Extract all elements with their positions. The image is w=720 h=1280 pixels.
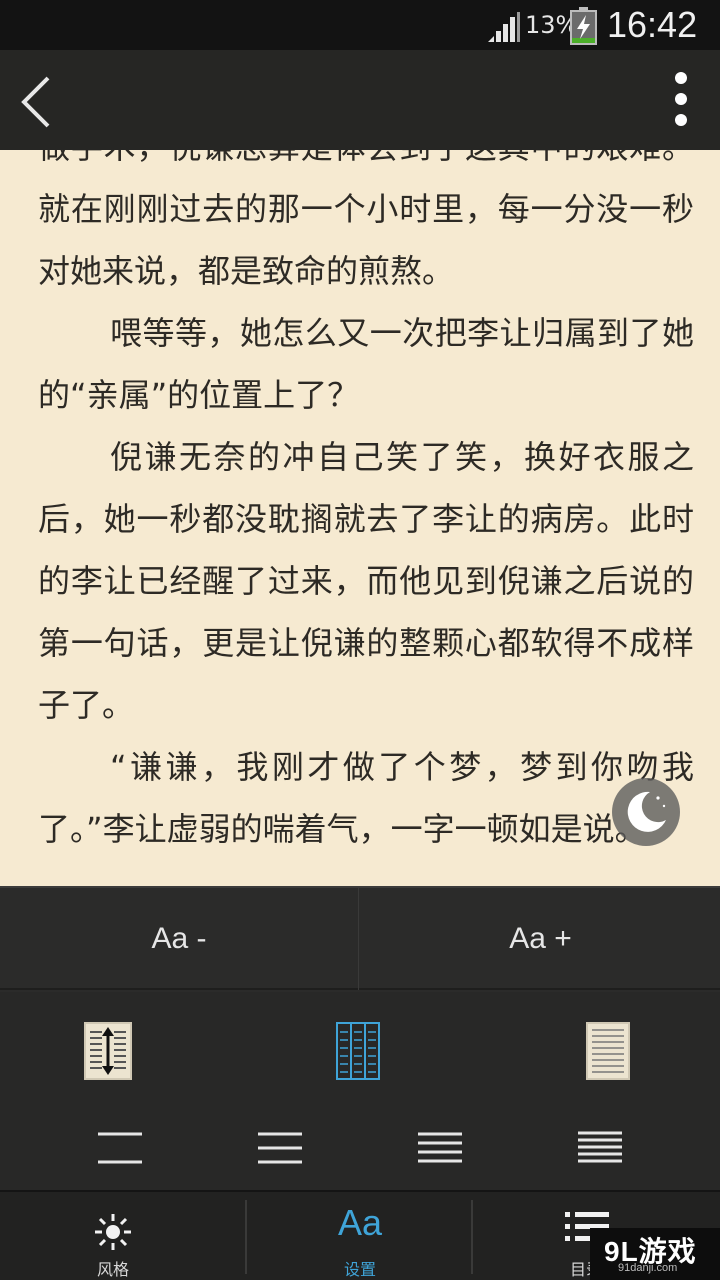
scroll-vertical-icon[interactable] [84,1022,132,1080]
nav-label-style: 风格 [96,1260,129,1279]
line-spacing-5-icon[interactable] [576,1128,624,1168]
nav-settings[interactable]: Aa 设置 [247,1192,473,1280]
font-increase-button[interactable]: Aa + [361,888,720,990]
line-spacing-4-icon[interactable] [416,1128,464,1168]
chevron-left-icon[interactable] [16,74,56,130]
page-layout-row [0,992,720,1192]
paragraph: 喂等等，她怎么又一次把李让归属到了她的“亲属”的位置上了？ [38,314,694,414]
more-vertical-icon[interactable] [664,70,698,128]
paragraph: 做手术，倪谦总算是体会到了这其中的艰难。就在刚刚过去的那一个小时里，每一分没一秒… [38,150,694,290]
reader-top-bar [0,50,720,150]
sun-icon [95,1214,131,1250]
watermark-url: 91danji.com [618,1262,678,1274]
line-spacing-3-icon[interactable] [256,1128,304,1168]
moon-icon [627,791,666,832]
font-aa-icon: Aa [337,1202,383,1243]
signal-strength-icon [488,12,520,42]
line-spacing-2-icon[interactable] [96,1128,144,1168]
battery-charging-icon [570,7,597,45]
paragraph: “谦谦，我刚才做了个梦，梦到你吻我了。”李让虚弱的喘着气，一字一顿如是说。 [38,748,694,848]
page-lines-icon[interactable] [586,1022,630,1080]
site-watermark: 9L游戏 91danji.com [590,1228,720,1280]
status-clock: 16:42 [607,4,698,45]
chapter-text: 做手术，倪谦总算是体会到了这其中的艰难。就在刚刚过去的那一个小时里，每一分没一秒… [38,150,694,860]
font-size-row: Aa - Aa + [0,888,720,990]
paragraph: 倪谦无奈的冲自己笑了笑，换好衣服之后，她一秒都没耽搁就去了李让的病房。此时的李让… [38,438,694,724]
columns-icon[interactable] [336,1022,380,1080]
nav-style[interactable]: 风格 [0,1192,226,1280]
font-decrease-button[interactable]: Aa - [0,888,359,990]
nav-label-settings: 设置 [343,1260,376,1279]
night-mode-button[interactable] [612,778,680,846]
reader-settings-panel: Aa - Aa + [0,886,720,1192]
reading-page[interactable]: 做手术，倪谦总算是体会到了这其中的艰难。就在刚刚过去的那一个小时里，每一分没一秒… [0,150,720,886]
status-bar: 13% 16:42 [0,0,720,50]
